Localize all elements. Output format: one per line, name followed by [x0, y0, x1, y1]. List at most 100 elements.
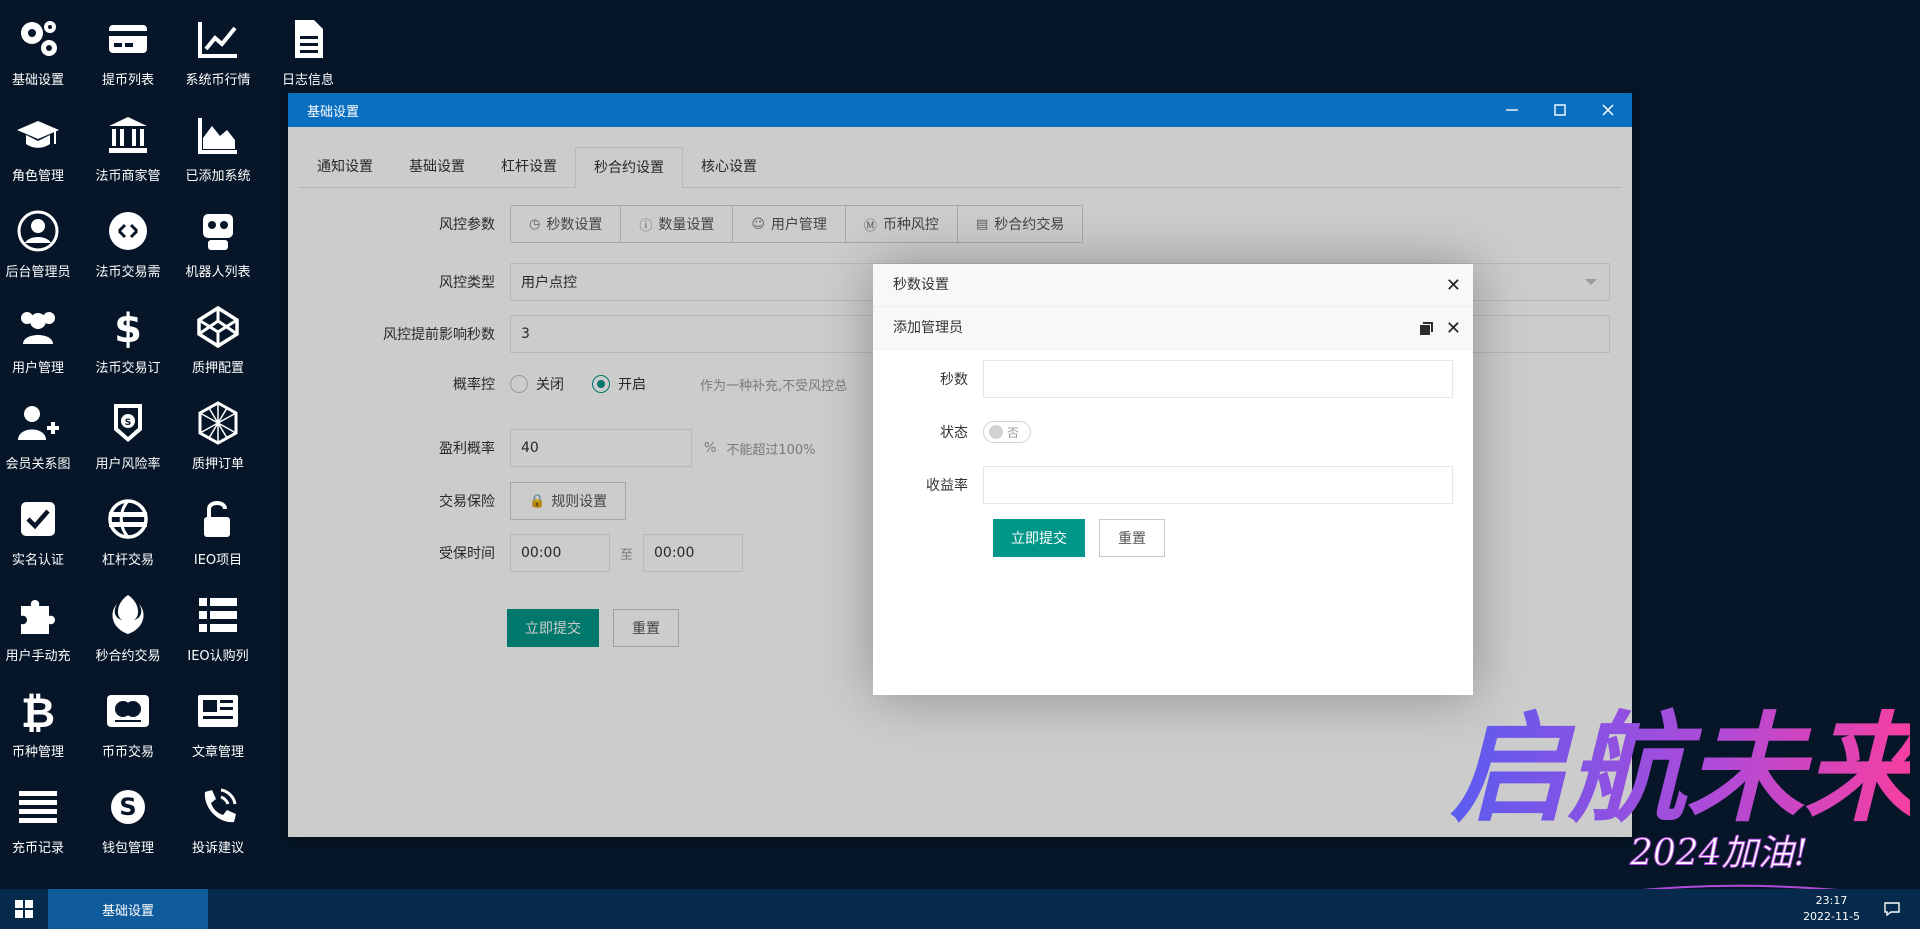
desktop-icon[interactable]: 用户手动充: [0, 577, 83, 669]
phone-icon: [194, 783, 242, 831]
desktop-icon[interactable]: ₿ 币种管理: [0, 673, 83, 765]
desktop-icon[interactable]: 用户管理: [0, 289, 83, 381]
desktop-icon-label: 实名认证: [11, 553, 64, 568]
desktop-icon[interactable]: $ 法币交易订: [83, 289, 173, 381]
status-row: 状态 否: [873, 413, 1031, 451]
desktop-icon[interactable]: 日志信息: [263, 1, 353, 93]
desktop-icon-label: 系统币行情: [185, 73, 251, 88]
desktop-icon-label: 用户风险率: [95, 457, 161, 472]
seconds-row: 秒数: [873, 360, 1453, 398]
desktop-icon-label: 提币列表: [101, 73, 154, 88]
window-titlebar[interactable]: 基础设置: [288, 93, 1632, 127]
desktop-icon-label: 用户手动充: [5, 649, 71, 664]
desktop-icon-label: 投诉建议: [191, 841, 244, 856]
bars-icon: [14, 783, 62, 831]
desktop-icon[interactable]: 充币记录: [0, 769, 83, 861]
close-icon[interactable]: ✕: [1446, 307, 1461, 350]
desktop-icon-label: 日志信息: [281, 73, 334, 88]
credit-card-icon: [104, 15, 152, 63]
newspaper-icon: [194, 687, 242, 735]
desktop-icon-label: 秒合约交易: [95, 649, 161, 664]
desktop-icon-label: 后台管理员: [5, 265, 71, 280]
bank-icon: [104, 111, 152, 159]
shield-icon: S: [104, 399, 152, 447]
desktop-icon[interactable]: 文章管理: [173, 673, 263, 765]
close-icon[interactable]: ✕: [1446, 264, 1461, 307]
desktop-icon-label: 用户管理: [11, 361, 64, 376]
dialog-subtitle: 添加管理员: [893, 320, 963, 336]
graduation-cap-icon: [14, 111, 62, 159]
desktop-icon[interactable]: 实名认证: [0, 481, 83, 573]
restore-icon[interactable]: [1420, 322, 1433, 335]
desktop-icon[interactable]: 会员关系图: [0, 385, 83, 477]
watermark-sub-text: 2024加油!: [1629, 833, 1808, 874]
desktop-icon-label: 法币交易订: [95, 361, 161, 376]
gears-icon: [14, 15, 62, 63]
maximize-icon[interactable]: [1536, 93, 1584, 127]
desktop-icon[interactable]: 质押配置: [173, 289, 263, 381]
dialog-submit-button[interactable]: 立即提交: [993, 519, 1085, 557]
svg-text:S: S: [125, 418, 131, 428]
desktop-icon-label: IEO认购列: [187, 649, 249, 664]
desktop-icon-label: 币币交易: [101, 745, 154, 760]
close-icon[interactable]: [1584, 93, 1632, 127]
yield-input[interactable]: [983, 466, 1453, 504]
desktop-icon[interactable]: 秒合约交易: [83, 577, 173, 669]
desktop-icon[interactable]: 已添加系统: [173, 97, 263, 189]
desktop-icon-label: IEO项目: [193, 553, 243, 568]
desktop-icon[interactable]: 法币交易需: [83, 193, 173, 285]
desktop-icon-label: 质押配置: [191, 361, 244, 376]
yield-row: 收益率: [873, 466, 1453, 504]
desktop-icon-label: 法币交易需: [95, 265, 161, 280]
user-plus-icon: [14, 399, 62, 447]
desktop-icon-label: 币种管理: [11, 745, 64, 760]
desktop-icon[interactable]: 法币商家管: [83, 97, 173, 189]
desktop-icon-label: 充币记录: [11, 841, 64, 856]
taskbar-clock[interactable]: 23:17 2022-11-5: [1803, 893, 1860, 925]
taskbar-item-basic-settings[interactable]: 基础设置: [48, 889, 208, 929]
check-square-icon: [14, 495, 62, 543]
dialog-actions: 立即提交 重置: [993, 519, 1165, 557]
desktop-icon-label: 角色管理: [11, 169, 64, 184]
skype-icon: S: [104, 783, 152, 831]
list-icon: [194, 591, 242, 639]
desktop-icon[interactable]: 角色管理: [0, 97, 83, 189]
mastercard-icon: [104, 687, 152, 735]
seconds-setting-dialog: 秒数设置 ✕ 添加管理员 ✕ 秒数 状态 否 收益率 立即提交 重置: [873, 264, 1473, 695]
document-icon: [284, 15, 332, 63]
globe-icon: [104, 495, 152, 543]
seconds-input[interactable]: [983, 360, 1453, 398]
desktop-icon-label: 文章管理: [191, 745, 244, 760]
desktop-icon[interactable]: 投诉建议: [173, 769, 263, 861]
desktop-icon[interactable]: 杠杆交易: [83, 481, 173, 573]
notification-icon[interactable]: [1882, 899, 1902, 919]
user-circle-icon: [14, 207, 62, 255]
desktop-icon[interactable]: S 用户风险率: [83, 385, 173, 477]
status-label: 状态: [940, 425, 968, 441]
desktop-icon-label: 已添加系统: [185, 169, 251, 184]
yield-label: 收益率: [926, 478, 968, 494]
desktop-icon[interactable]: 质押订单: [173, 385, 263, 477]
desktop-icon[interactable]: 后台管理员: [0, 193, 83, 285]
dialog-title-bar[interactable]: 秒数设置 ✕: [873, 264, 1473, 307]
desktop-icon[interactable]: 机器人列表: [173, 193, 263, 285]
desktop-icon[interactable]: 提币列表: [83, 1, 173, 93]
desktop-icon[interactable]: 基础设置: [0, 1, 83, 93]
svg-text:₿: ₿: [21, 688, 55, 734]
dialog-reset-button[interactable]: 重置: [1099, 519, 1165, 557]
windows-start-icon[interactable]: [0, 889, 48, 929]
status-switch[interactable]: 否: [983, 421, 1031, 443]
desktop-icon[interactable]: 系统币行情: [173, 1, 263, 93]
dialog-subtitle-bar[interactable]: 添加管理员 ✕: [873, 307, 1473, 350]
puzzle-icon: [14, 591, 62, 639]
minimize-icon[interactable]: [1488, 93, 1536, 127]
desktop-icon-label: 质押订单: [191, 457, 244, 472]
seconds-label: 秒数: [940, 372, 968, 388]
desktop-icon[interactable]: S 钱包管理: [83, 769, 173, 861]
desktop-icon[interactable]: IEO项目: [173, 481, 263, 573]
svg-text:S: S: [119, 793, 136, 821]
svg-text:$: $: [114, 306, 142, 350]
hexagon-icon: [194, 399, 242, 447]
desktop-icon[interactable]: 币币交易: [83, 673, 173, 765]
desktop-icon[interactable]: IEO认购列: [173, 577, 263, 669]
